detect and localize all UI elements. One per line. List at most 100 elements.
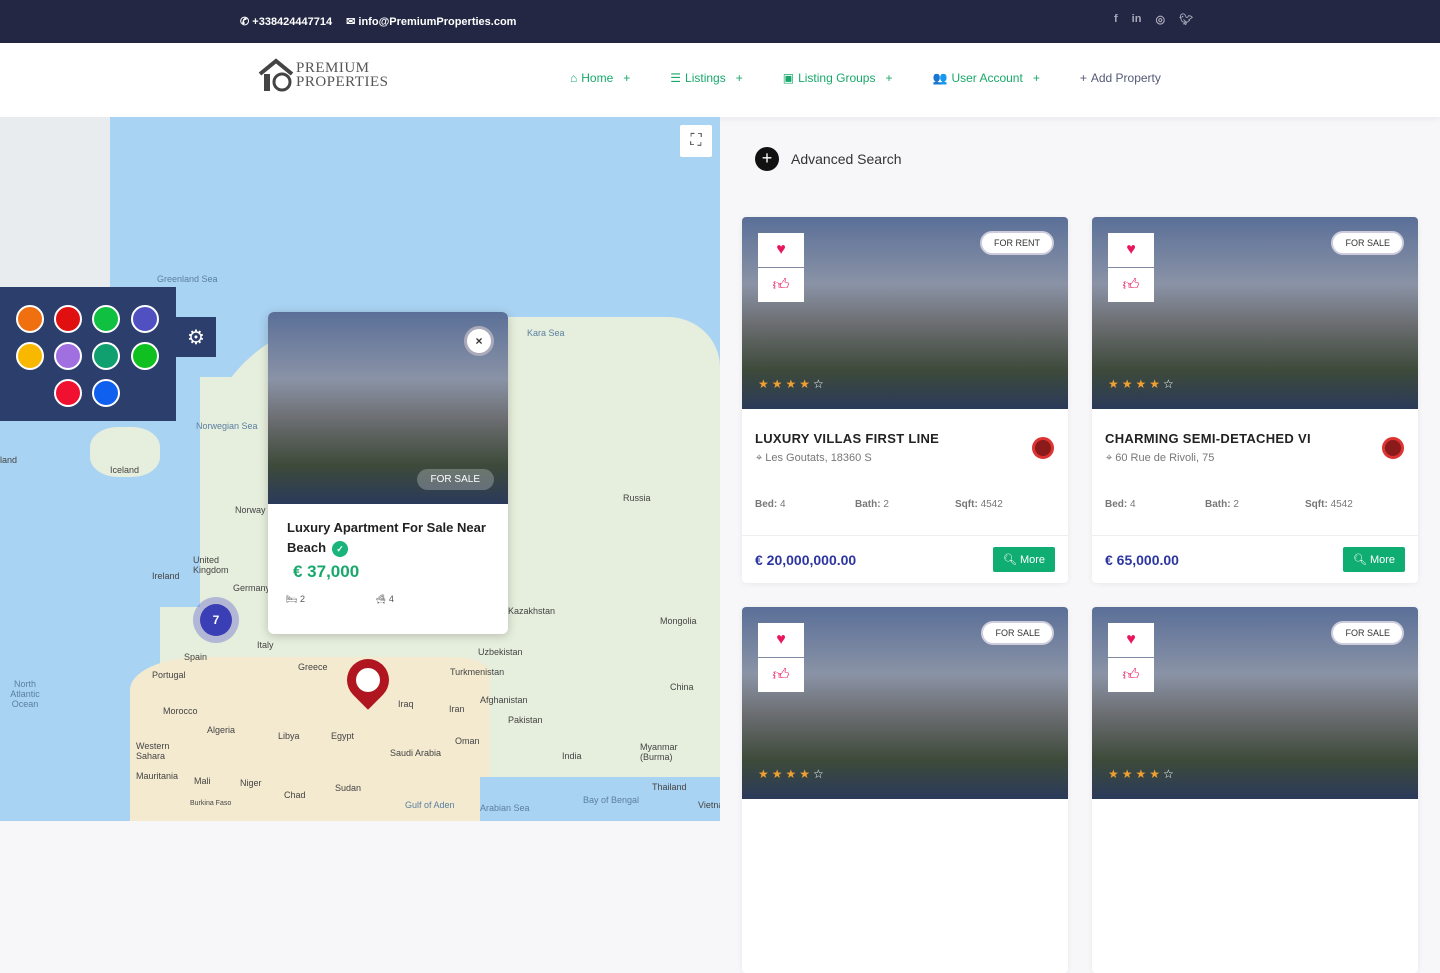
listing-title[interactable]: CHARMING SEMI-DETACHED VI [1092,409,1418,446]
popup-title[interactable]: Luxury Apartment For Sale Near Beach ✓ [268,504,508,558]
color-swatch[interactable] [131,342,159,370]
favorite-button[interactable]: ♥ [1108,233,1154,267]
favorite-button[interactable]: ♥ [758,623,804,657]
color-swatch[interactable] [92,305,120,333]
nav-listing-groups[interactable]: ▣ Listing Groups + [783,71,893,85]
map-label: Saudi Arabia [390,748,442,758]
favorite-button[interactable]: ♥ [758,233,804,267]
plus-icon[interactable]: + [885,71,892,85]
settings-button[interactable]: ⚙ [176,317,216,357]
list-icon: ☰ [670,71,682,85]
listing-card[interactable]: ♥ 👍︎ FOR RENT ★★★★☆ LUXURY VILLAS FIRST … [742,217,1068,583]
color-swatch[interactable] [54,342,82,370]
favorite-button[interactable]: ♥ [1108,623,1154,657]
listing-title[interactable]: LUXURY VILLAS FIRST LINE [742,409,1068,446]
spec-value: 2 [1233,499,1239,510]
nav-user-account[interactable]: 👥 User Account + [932,71,1039,85]
gear-icon: ⚙ [187,326,205,349]
popup-title-text: Luxury Apartment For Sale Near Beach [287,520,486,555]
color-swatch[interactable] [92,342,120,370]
heart-icon: ♥ [1126,241,1136,258]
plus-icon[interactable]: + [1033,71,1040,85]
agent-avatar[interactable] [1032,437,1054,459]
like-button[interactable]: 👍︎ [758,268,804,302]
phone[interactable]: ✆ +338424447714 [240,15,332,28]
like-button[interactable]: 👍︎ [758,658,804,692]
more-label: More [1369,554,1395,566]
listing-image[interactable]: ♥ 👍︎ FOR SALE ★★★★☆ [1092,607,1418,799]
map-label: Oman [455,736,480,746]
listing-card[interactable]: ♥ 👍︎ FOR SALE ★★★★☆ CHARMING SEMI-DETACH… [1092,217,1418,583]
heart-icon: ♥ [776,241,786,258]
listing-image[interactable]: ♥ 👍︎ FOR RENT ★★★★☆ [742,217,1068,409]
fullscreen-button[interactable]: ⛶ [680,125,712,157]
more-button[interactable]: 🔍︎ More [1342,547,1405,572]
status-badge: FOR SALE [1331,231,1404,255]
phone-number: +338424447714 [252,16,333,28]
spec-label: Sqft: [1305,499,1328,510]
map[interactable]: Greenland Sea Kara Sea Norwegian Sea Ice… [0,117,720,821]
map-label: China [670,682,694,692]
logo[interactable]: PREMIUM PROPERTIES [258,58,388,92]
marker-cluster[interactable]: 7 [193,597,239,643]
map-label: Iraq [398,699,414,709]
beds-count: 2 [299,594,305,604]
color-swatch[interactable] [54,379,82,407]
map-label: Iran [449,704,465,714]
nav-home[interactable]: ⌂ Home + [570,71,630,85]
color-swatch[interactable] [92,379,120,407]
plus-icon[interactable]: + [623,71,630,85]
map-label: Chad [284,790,306,800]
status-badge: FOR RENT [980,231,1054,255]
fullscreen-icon: ⛶ [690,132,702,149]
baths-count: 4 [388,594,394,604]
close-popup-button[interactable]: × [464,326,494,356]
search-icon: 🔍︎ [1002,554,1017,566]
sqft-spec: Sqft: 4542 [955,499,1055,510]
property-image[interactable]: × FOR SALE [268,312,508,504]
bath-icon: 🛁︎ [374,594,387,604]
listing-card[interactable]: ♥ 👍︎ FOR SALE ★★★★☆ [1092,607,1418,973]
color-swatch[interactable] [131,305,159,333]
logo-line2: PROPERTIES [296,74,389,90]
color-swatch[interactable] [54,305,82,333]
more-button[interactable]: 🔍︎ More [992,547,1055,572]
twitter-icon[interactable]: 🐦︎ [1179,13,1193,26]
nav-add-property[interactable]: + Add Property [1080,71,1161,85]
status-badge: FOR SALE [416,469,494,490]
map-label: Uzbekistan [478,647,523,657]
search-icon: 🔍︎ [1352,554,1367,566]
facebook-icon[interactable]: f [1114,13,1118,26]
rating-stars: ★★★★☆ [1108,377,1177,391]
map-label: Russia [623,493,651,503]
listing-image[interactable]: ♥ 👍︎ FOR SALE ★★★★☆ [1092,217,1418,409]
map-label: Niger [240,778,262,788]
listing-card[interactable]: ♥ 👍︎ FOR SALE ★★★★☆ [742,607,1068,973]
map-label: United Kingdom [193,555,229,575]
plus-icon[interactable]: + [736,71,743,85]
agent-avatar[interactable] [1382,437,1404,459]
map-label: Western Sahara [136,741,170,761]
nav-listings[interactable]: ☰ Listings + [670,71,742,85]
nav-label: Add Property [1090,71,1161,85]
email[interactable]: ✉ info@PremiumProperties.com [346,15,516,28]
map-label: Spain [184,652,208,662]
map-label: Morocco [163,706,198,716]
spec-value: 4542 [1330,499,1353,510]
email-address: info@PremiumProperties.com [358,16,517,28]
color-swatch[interactable] [16,342,44,370]
map-label: Algeria [207,725,236,735]
map-label: Portugal [152,670,186,680]
color-swatch[interactable] [16,305,44,333]
advanced-search-toggle[interactable]: + Advanced Search [755,147,902,171]
bath-spec: Bath: 2 [1205,499,1305,510]
map-label: Norwegian Sea [196,421,258,431]
instagram-icon[interactable]: ◎ [1155,13,1165,26]
like-button[interactable]: 👍︎ [1108,658,1154,692]
rating-stars: ★★★★☆ [758,767,827,781]
listing-image[interactable]: ♥ 👍︎ FOR SALE ★★★★☆ [742,607,1068,799]
linkedin-icon[interactable]: in [1132,13,1142,26]
like-button[interactable]: 👍︎ [1108,268,1154,302]
map-label: land [0,455,18,465]
map-label: Afghanistan [480,695,528,705]
